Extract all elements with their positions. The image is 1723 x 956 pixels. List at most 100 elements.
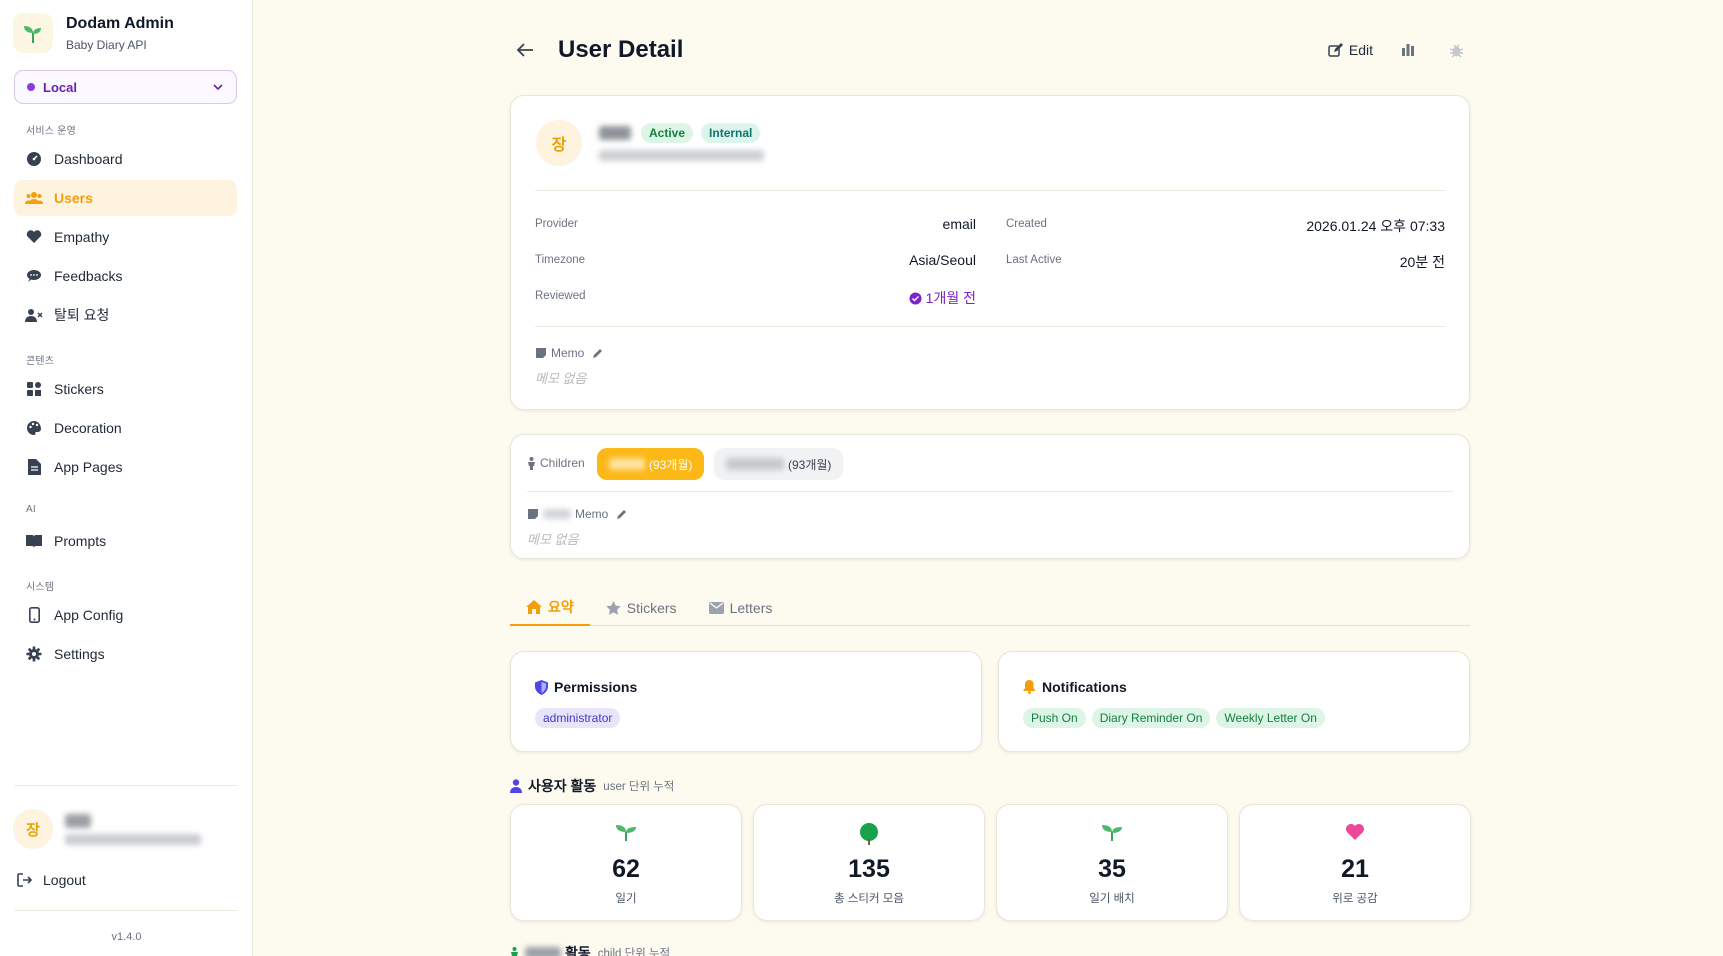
sprout-icon bbox=[997, 823, 1227, 841]
child-name-redacted bbox=[525, 947, 561, 956]
children-label: Children bbox=[540, 456, 585, 470]
page-header: User Detail Edit bbox=[510, 30, 1470, 70]
sidebar-item-users[interactable]: Users bbox=[14, 180, 237, 216]
comment-icon bbox=[25, 267, 43, 285]
back-button[interactable] bbox=[510, 35, 540, 65]
stat-label: 일기 배치 bbox=[1089, 893, 1135, 905]
pencil-icon[interactable] bbox=[592, 347, 604, 359]
sidebar-item-label: Dashboard bbox=[54, 151, 123, 167]
tab-label: 요약 bbox=[548, 599, 574, 615]
stat-value: 135 bbox=[848, 855, 890, 883]
user-activity-title: 사용자 활동 bbox=[528, 778, 597, 794]
edit-icon bbox=[1328, 42, 1343, 57]
reviewed-label: Reviewed bbox=[535, 290, 586, 302]
sidebar-item-feedbacks[interactable]: Feedbacks bbox=[14, 258, 237, 294]
note-icon bbox=[536, 348, 546, 358]
child-memo-header: Memo bbox=[527, 507, 628, 521]
notifications-title-wrap: Notifications bbox=[1023, 679, 1127, 695]
sidebar: Dodam Admin Baby Diary API Local 서비스 운영 … bbox=[0, 0, 253, 956]
user-email-redacted bbox=[599, 150, 764, 161]
created-value: 2026.01.24 오후 07:33 bbox=[1306, 218, 1445, 234]
tab-label: Stickers bbox=[626, 600, 677, 616]
sidebar-item-dashboard[interactable]: Dashboard bbox=[14, 141, 237, 177]
sidebar-item-prompts[interactable]: Prompts bbox=[14, 523, 237, 559]
sidebar-item-empathy[interactable]: Empathy bbox=[14, 219, 237, 255]
profile-card: 장 Active Internal Provider email Timezon… bbox=[510, 95, 1470, 410]
logout-button[interactable]: Logout bbox=[17, 872, 86, 888]
child-icon bbox=[528, 456, 535, 470]
tab-stickers[interactable]: Stickers bbox=[590, 590, 693, 626]
gear-icon bbox=[25, 645, 43, 663]
avatar: 장 bbox=[13, 809, 53, 849]
sidebar-item-app-pages[interactable]: App Pages bbox=[14, 449, 237, 485]
child-name-redacted bbox=[609, 458, 645, 470]
app-version: v1.4.0 bbox=[111, 931, 142, 943]
sidebar-item-label: Stickers bbox=[54, 381, 104, 397]
tab-label: Letters bbox=[729, 600, 773, 616]
sidebar-item-stickers[interactable]: Stickers bbox=[14, 371, 237, 407]
shield-icon bbox=[535, 679, 548, 695]
child-icon bbox=[511, 946, 518, 956]
edit-label: Edit bbox=[1348, 42, 1373, 58]
brand[interactable]: Dodam Admin Baby Diary API bbox=[13, 13, 174, 53]
edit-button[interactable]: Edit bbox=[1328, 42, 1373, 58]
child-name-redacted bbox=[543, 509, 571, 519]
avatar: 장 bbox=[536, 120, 582, 166]
pencil-icon[interactable] bbox=[616, 508, 628, 520]
permissions-title-wrap: Permissions bbox=[535, 679, 637, 695]
provider-value: email bbox=[942, 216, 976, 232]
stat-value: 62 bbox=[612, 855, 640, 883]
check-circle-icon bbox=[909, 292, 922, 304]
divider bbox=[535, 190, 1445, 191]
child-activity-title: 활동 bbox=[565, 945, 591, 956]
child-age: (93개월) bbox=[649, 457, 693, 472]
permission-badge: administrator bbox=[535, 708, 621, 728]
current-user[interactable]: 장 bbox=[13, 809, 201, 849]
sidebar-item-settings[interactable]: Settings bbox=[14, 636, 237, 672]
sidebar-item-decoration[interactable]: Decoration bbox=[14, 410, 237, 446]
brand-title: Dodam Admin bbox=[66, 14, 174, 32]
mail-icon bbox=[708, 602, 724, 614]
sidebar-item-withdrawal[interactable]: 탈퇴 요청 bbox=[14, 297, 237, 333]
stat-label: 일기 bbox=[615, 893, 637, 905]
environment-select[interactable]: Local bbox=[14, 70, 237, 104]
user-name-redacted bbox=[65, 813, 91, 828]
sticker-icon bbox=[25, 380, 43, 398]
tab-letters[interactable]: Letters bbox=[693, 590, 789, 626]
last-active-value: 20분 전 bbox=[1399, 254, 1445, 270]
timezone-label: Timezone bbox=[535, 254, 586, 266]
sidebar-divider bbox=[14, 785, 237, 786]
child-chip-1[interactable]: (93개월) bbox=[597, 448, 705, 480]
user-email-redacted bbox=[65, 833, 201, 845]
tab-summary[interactable]: 요약 bbox=[510, 590, 590, 626]
book-icon bbox=[25, 532, 43, 550]
section-label-ops: 서비스 운영 bbox=[26, 126, 76, 137]
status-badges: Active Internal bbox=[641, 123, 761, 143]
bug-icon bbox=[1449, 44, 1464, 57]
permissions-badges: administrator bbox=[535, 708, 621, 728]
bar-chart-icon bbox=[1402, 44, 1414, 56]
sidebar-item-label: Decoration bbox=[54, 420, 122, 436]
notification-badge: Weekly Letter On bbox=[1216, 708, 1325, 728]
sidebar-item-label: 탈퇴 요청 bbox=[54, 307, 110, 323]
sprout-icon bbox=[13, 13, 53, 53]
heart-icon bbox=[1240, 823, 1470, 840]
notifications-card: Notifications Push On Diary Reminder On … bbox=[998, 651, 1470, 752]
sidebar-item-app-config[interactable]: App Config bbox=[14, 597, 237, 633]
sidebar-item-label: App Pages bbox=[54, 459, 123, 475]
memo-label: Memo bbox=[551, 346, 585, 360]
user-activity-subtitle: user 단위 누적 bbox=[603, 781, 675, 793]
child-chip-2[interactable]: (93개월) bbox=[714, 448, 844, 480]
page-title: User Detail bbox=[558, 36, 684, 63]
permissions-title: Permissions bbox=[554, 679, 638, 695]
star-icon bbox=[606, 601, 621, 615]
memo-empty: 메모 없음 bbox=[535, 371, 587, 386]
child-activity-header: 활동 child 단위 누적 bbox=[510, 943, 670, 956]
stats-button[interactable] bbox=[1401, 43, 1421, 57]
env-selected-label: Local bbox=[43, 79, 77, 95]
notification-badge: Diary Reminder On bbox=[1091, 708, 1211, 728]
users-icon bbox=[25, 189, 43, 207]
sidebar-item-label: Empathy bbox=[54, 229, 110, 245]
debug-button[interactable] bbox=[1449, 43, 1470, 58]
last-active-label: Last Active bbox=[1006, 254, 1062, 266]
